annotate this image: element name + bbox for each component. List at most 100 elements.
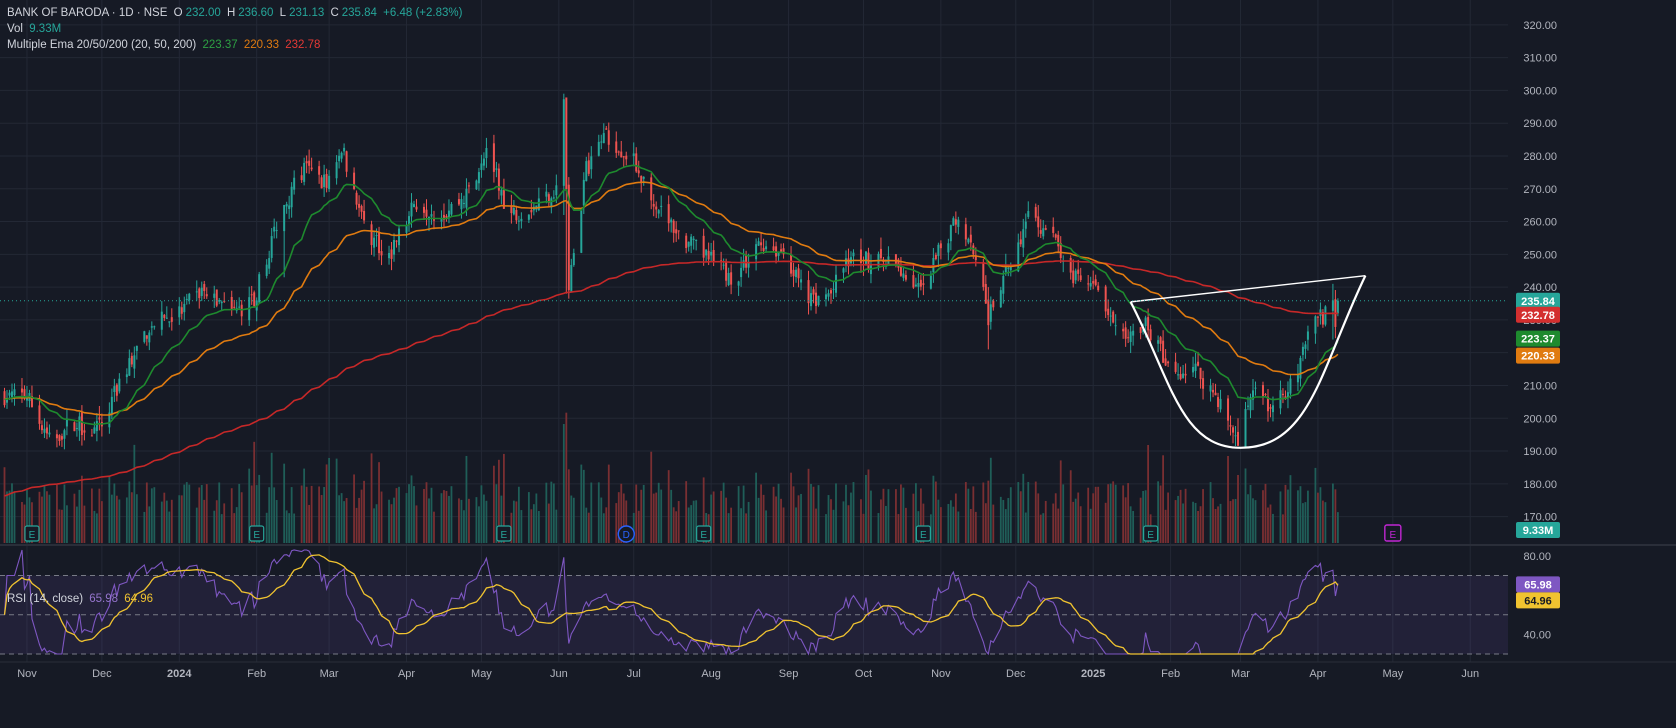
symbol-legend: BANK OF BARODA · 1D · NSE O 232.00 H 236.6… (7, 5, 465, 21)
volume-bar (150, 488, 153, 543)
candle-body (812, 289, 815, 295)
candle-body (1296, 374, 1299, 383)
volume-bar (6, 491, 8, 543)
volume-bar (1174, 500, 1177, 543)
volume-bar (572, 497, 575, 543)
volume-bar (265, 512, 268, 543)
candle-body (1024, 221, 1027, 229)
ema-label: Multiple Ema 20/50/200 (20, 50, 200) (7, 39, 197, 51)
candle-body (265, 264, 268, 276)
volume-bar (200, 485, 203, 543)
volume-bar (203, 499, 206, 543)
price-chart[interactable]: E E E E E E D E 170.00 180.00 190.00 200.00 210.00 2… (0, 0, 1676, 728)
volume-bar (1129, 506, 1132, 543)
volume-bar (205, 484, 208, 543)
candle-body (180, 307, 183, 314)
candle-body (1217, 397, 1220, 408)
volume-bar (318, 486, 321, 543)
candle-body (957, 219, 960, 227)
ema20-value: 223.37 (202, 39, 238, 51)
volume-bar (782, 507, 785, 543)
volume-bar (667, 470, 670, 543)
volume-bar (1007, 498, 1010, 543)
candle-body (565, 97, 568, 190)
candle-body (308, 160, 311, 166)
candle-body (1089, 283, 1092, 287)
candle-body (460, 199, 463, 210)
volume-bar (552, 483, 555, 543)
candle-body (128, 358, 131, 376)
volume-bar (8, 490, 11, 543)
candle-body (762, 247, 765, 251)
volume-bar (398, 486, 400, 543)
candle-body (160, 311, 163, 330)
volume-bar (213, 510, 216, 543)
price-tick-label: 240.00 (1523, 282, 1557, 294)
candle-body (832, 288, 835, 290)
badge-text: 64.96 (1524, 595, 1552, 607)
volume-bar (532, 504, 535, 543)
low-value: 231.13 (289, 7, 325, 19)
volume-bar (1024, 512, 1027, 543)
volume-bar (712, 491, 715, 543)
candle-body (110, 396, 113, 415)
volume-bar (128, 481, 131, 543)
candle-body (183, 303, 186, 313)
volume-bar (338, 495, 340, 543)
candle-body (1164, 358, 1167, 366)
candle-body (290, 186, 293, 208)
candle-body (1336, 300, 1339, 314)
marker-letter: E (920, 530, 927, 541)
candle-body (1192, 366, 1195, 373)
candle-body (757, 241, 760, 246)
volume-bar (865, 474, 867, 543)
volume-bar (153, 487, 156, 543)
volume-bar (982, 482, 985, 543)
volume-bar (992, 504, 995, 543)
volume-bar (1214, 508, 1217, 543)
candle-body (545, 191, 548, 197)
volume-bar (195, 507, 198, 543)
candle-body (852, 252, 855, 257)
candle-body (1162, 340, 1165, 363)
volume-bar (198, 487, 201, 543)
earnings-marker: E (496, 525, 512, 542)
volume-bar (1022, 473, 1025, 543)
volume-bar (1334, 489, 1337, 543)
volume-bar (1054, 493, 1057, 543)
volume-bar (1322, 500, 1324, 543)
candle-body (964, 224, 967, 240)
volume-bar (895, 489, 897, 543)
candle-body (552, 197, 555, 199)
candle-body (283, 204, 286, 232)
candle-body (972, 245, 975, 255)
volume-bar (565, 412, 568, 543)
candle-body (430, 214, 433, 217)
volume-bar (270, 452, 273, 543)
candle-body (118, 378, 121, 392)
candle-body (1184, 373, 1187, 376)
volume-bar (223, 503, 226, 543)
rsi-tick-label: 80.00 (1523, 551, 1551, 563)
candle-body (1167, 361, 1170, 364)
volume-bar (1317, 492, 1319, 543)
volume-bar (670, 489, 673, 543)
candle-body (188, 293, 191, 301)
candle-body (585, 161, 588, 182)
time-tick-label: Aug (701, 668, 721, 680)
candle-body (600, 141, 603, 143)
volume-bar (293, 513, 296, 543)
candle-body (632, 153, 635, 157)
volume-bar (765, 510, 767, 543)
volume-bar (135, 494, 138, 543)
volume-bar (562, 424, 565, 543)
volume-bar (642, 484, 645, 543)
volume-bar (220, 514, 223, 543)
candle-body (500, 189, 503, 196)
volume-bar (900, 484, 902, 543)
candle-body (587, 160, 590, 174)
candle-body (572, 253, 575, 266)
candle-body (1157, 340, 1160, 344)
time-tick-label: Sep (779, 668, 799, 680)
volume-bar (1324, 502, 1327, 543)
